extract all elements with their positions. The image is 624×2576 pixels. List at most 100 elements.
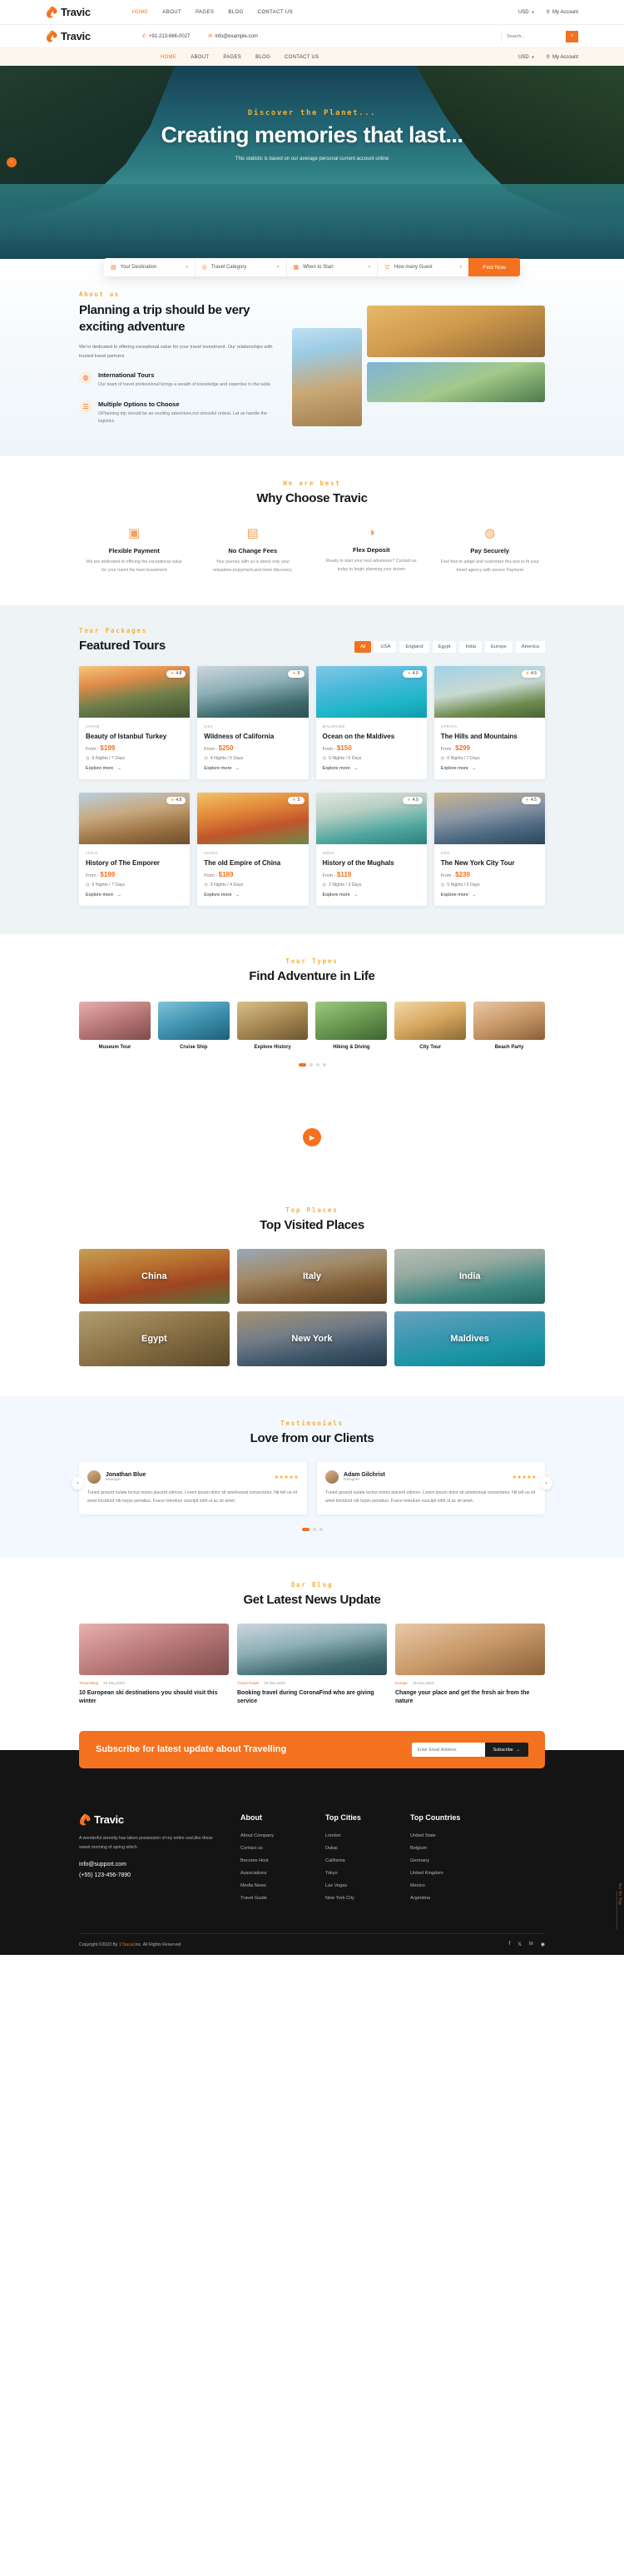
tour-card[interactable]: ★ 4.0 INDIA History of the Mughals From -… [315, 792, 427, 907]
footer-link[interactable]: Belgium [410, 1846, 477, 1851]
filter-europe[interactable]: Europe [485, 640, 513, 653]
blog-card[interactable]: Travel Blog 25 Nov,2023 10 European ski … [79, 1623, 229, 1706]
currency-selector-2[interactable]: USD ▼ [518, 55, 535, 60]
testimonial-prev-button[interactable]: ‹ [72, 1477, 84, 1490]
footer-link[interactable]: About Company [240, 1833, 307, 1838]
menu-item-home[interactable]: HOME [161, 55, 176, 60]
carousel-dot-3[interactable] [315, 1063, 319, 1067]
nav-item-pages[interactable]: PAGES [196, 10, 214, 15]
destination-field[interactable]: ▤ Your Destination ▾ [104, 258, 196, 276]
place-card[interactable]: Egypt [79, 1311, 230, 1367]
menu-item-blog[interactable]: BLOG [255, 55, 270, 60]
footer-link[interactable]: Associations [240, 1871, 307, 1876]
type-card[interactable]: Beach Party [473, 1002, 545, 1050]
explore-more-link[interactable]: Explore more → [204, 893, 301, 898]
dribbble-icon[interactable]: ◉ [541, 1942, 545, 1947]
footer-link[interactable]: Travel Guide [240, 1896, 307, 1901]
place-card[interactable]: Italy [236, 1249, 388, 1305]
currency-selector[interactable]: USD ▼ [518, 10, 535, 15]
place-card[interactable]: Maldives [394, 1311, 545, 1367]
guest-field[interactable]: ⛫ How many Guest ▾ [378, 258, 468, 276]
filter-india[interactable]: India [459, 640, 483, 653]
footer-link[interactable]: United State [410, 1833, 477, 1838]
search-button[interactable]: ⌕ [566, 30, 578, 42]
hero-prev-arrow[interactable]: ‹ [7, 157, 17, 167]
type-card[interactable]: Cruise Ship [157, 1002, 230, 1050]
twitter-icon[interactable]: 𝕏 [518, 1942, 522, 1947]
date-field[interactable]: ▦ When to Start ▾ [287, 258, 379, 276]
subscribe-button[interactable]: Subscribe → [484, 1743, 528, 1758]
facebook-icon[interactable]: f [509, 1942, 511, 1947]
explore-more-link[interactable]: Explore more → [323, 893, 420, 898]
tour-card[interactable]: ★ 4.8 ITALY History of The Emporer From -… [79, 792, 191, 907]
place-card[interactable]: India [394, 1249, 545, 1305]
footer-link[interactable]: Tokyo [325, 1871, 392, 1876]
brand-logo[interactable]: Travic [46, 6, 91, 18]
footer-link[interactable]: United Kingdom [410, 1871, 477, 1876]
phone-contact[interactable]: ✆ +91-213-666-0027 [142, 33, 191, 40]
tour-card[interactable]: ★ 4.0 MALDIVES Ocean on the Maldives From… [315, 665, 427, 779]
nav-item-about[interactable]: ABOUT [162, 10, 181, 15]
footer-link[interactable]: Become Host [240, 1858, 307, 1863]
filter-usa[interactable]: USA [374, 640, 397, 653]
footer-link[interactable]: Contact us [240, 1846, 307, 1851]
testi-dot-1[interactable] [301, 1527, 310, 1531]
footer-link[interactable]: Las Vegas [325, 1883, 392, 1888]
footer-email[interactable]: info@support.com [79, 1862, 222, 1867]
footer-phone[interactable]: (+55) 123-456-7890 [79, 1872, 222, 1878]
nav-item-home[interactable]: HOME [132, 10, 149, 15]
type-card[interactable]: Museum Tour [79, 1002, 151, 1050]
tour-card[interactable]: ★ 5 CHINA The old Empire of China From - … [197, 792, 309, 907]
footer-link[interactable]: Mexico [410, 1883, 477, 1888]
testimonial-next-button[interactable]: › [540, 1477, 552, 1490]
explore-more-link[interactable]: Explore more → [86, 766, 183, 771]
find-now-button[interactable]: Find Now [468, 258, 520, 276]
linkedin-icon[interactable]: in [529, 1942, 533, 1947]
filter-england[interactable]: England [399, 640, 429, 653]
footer-link[interactable]: Media News [240, 1883, 307, 1888]
menu-item-about[interactable]: ABOUT [191, 55, 209, 60]
footer-logo[interactable]: Travic [79, 1813, 222, 1826]
footer-link[interactable]: London [325, 1833, 392, 1838]
type-card[interactable]: City Tour [394, 1002, 467, 1050]
footer-link[interactable]: New York City [325, 1896, 392, 1901]
tour-card[interactable]: ★ 5 USA Wildness of California From - $25… [197, 665, 309, 779]
carousel-dot-2[interactable] [309, 1063, 313, 1067]
search-input[interactable] [501, 30, 566, 42]
filter-america[interactable]: America [515, 640, 545, 653]
footer-link[interactable]: Dubai [325, 1846, 392, 1851]
menu-item-contact[interactable]: CONTACT US [285, 55, 319, 60]
type-card[interactable]: Explore History [236, 1002, 309, 1050]
play-icon[interactable]: ▶ [303, 1128, 321, 1147]
explore-more-link[interactable]: Explore more → [86, 893, 183, 898]
brand-logo-secondary[interactable]: Travic [46, 30, 91, 42]
place-card[interactable]: New York [236, 1311, 388, 1367]
nav-item-contact[interactable]: CONTACT US [258, 10, 293, 15]
testi-dot-3[interactable] [319, 1527, 323, 1531]
explore-more-link[interactable]: Explore more → [323, 766, 420, 771]
tour-card[interactable]: ★ 4.5 AFRICA The Hills and Mountains From… [433, 665, 545, 779]
my-account-link[interactable]: ⚲ My Account [547, 9, 578, 16]
type-card[interactable]: Hiking & Diving [315, 1002, 388, 1050]
subscribe-email-input[interactable] [411, 1743, 485, 1758]
footer-link[interactable]: California [325, 1858, 392, 1863]
nav-item-blog[interactable]: BLOG [228, 10, 243, 15]
filter-all[interactable]: All [354, 640, 372, 653]
carousel-dot-4[interactable] [322, 1063, 326, 1067]
blog-card[interactable]: Travel Guide 19 Nov,2023 Booking travel … [237, 1623, 387, 1706]
filter-egypt[interactable]: Egypt [432, 640, 457, 653]
category-field[interactable]: ◎ Travel Category ▾ [196, 258, 287, 276]
explore-more-link[interactable]: Explore more → [441, 766, 538, 771]
my-account-link-2[interactable]: ⚲ My Account [547, 54, 578, 61]
explore-more-link[interactable]: Explore more → [441, 893, 538, 898]
testi-dot-2[interactable] [312, 1527, 316, 1531]
blog-card[interactable]: Europe 15 Nov,2023 Change your place and… [395, 1623, 545, 1706]
copyright-link[interactable]: 17sucai [119, 1942, 134, 1947]
tour-card[interactable]: ★ 4.8 JAPAN Beauty of Istanbul Turkey Fro… [79, 665, 191, 779]
footer-link[interactable]: Germany [410, 1858, 477, 1863]
email-contact[interactable]: ✉ info@example.com [208, 33, 257, 40]
footer-link[interactable]: Argentina [410, 1896, 477, 1901]
place-card[interactable]: China [79, 1249, 230, 1305]
tour-card[interactable]: ★ 4.5 USA The New York City Tour From - $… [433, 792, 545, 907]
explore-more-link[interactable]: Explore more → [204, 766, 301, 771]
